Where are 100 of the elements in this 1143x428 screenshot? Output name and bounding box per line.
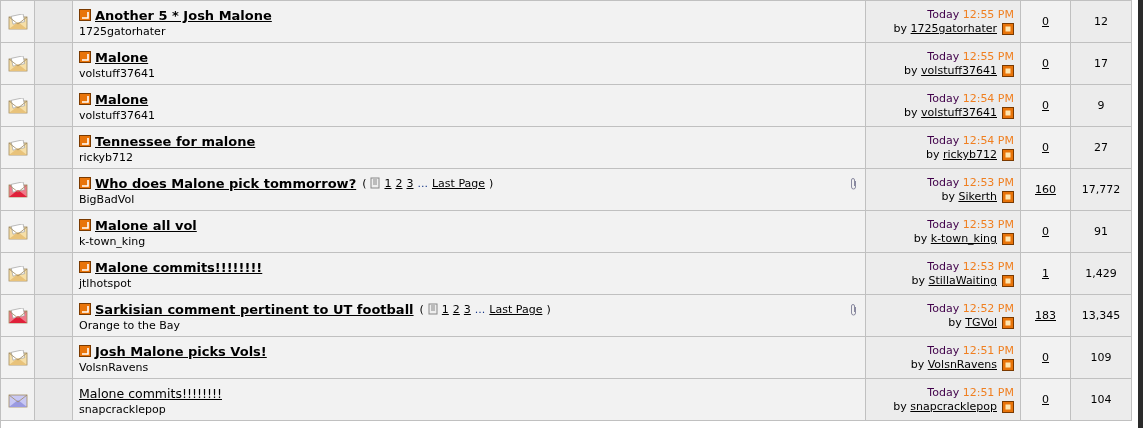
- last-poster-link[interactable]: 1725gatorhater: [910, 22, 997, 35]
- replies-link[interactable]: 0: [1042, 99, 1049, 112]
- go-to-last-post-icon[interactable]: [1002, 64, 1014, 77]
- by-label: by: [941, 190, 955, 203]
- thread-title-link[interactable]: Who does Malone pick tommorrow?: [95, 175, 357, 191]
- views-count: 12: [1094, 15, 1108, 28]
- by-label: by: [925, 148, 940, 161]
- thread-author: volstuff37641: [79, 67, 156, 80]
- page-link[interactable]: 1: [441, 302, 449, 316]
- views-count: 1,429: [1085, 267, 1117, 280]
- go-to-last-post-icon[interactable]: [1002, 148, 1014, 161]
- page-link[interactable]: 1: [384, 176, 392, 190]
- by-label: by: [910, 358, 925, 371]
- by-label: by: [893, 400, 907, 413]
- views-count: 104: [1090, 393, 1112, 406]
- last-page-link[interactable]: Last Page: [489, 302, 543, 316]
- thread-title-link[interactable]: Josh Malone picks Vols!: [95, 343, 267, 359]
- thread-author: rickyb712: [79, 151, 135, 164]
- new-post-icon[interactable]: [79, 261, 91, 273]
- thread-title-link[interactable]: Malone commits!!!!!!!!: [79, 385, 222, 401]
- new-post-icon[interactable]: [79, 51, 91, 63]
- views-count: 13,345: [1081, 309, 1121, 322]
- last-poster-link[interactable]: volstuff37641: [921, 106, 997, 119]
- thread-title-link[interactable]: Malone: [95, 49, 149, 65]
- post-date: Today: [927, 386, 960, 399]
- last-poster-link[interactable]: Sikerth: [958, 190, 997, 203]
- go-to-last-post-icon[interactable]: [1002, 400, 1014, 413]
- post-date: Today: [927, 176, 960, 189]
- replies-link[interactable]: 0: [1042, 225, 1049, 238]
- thread-author: Orange to the Bay: [79, 319, 182, 332]
- go-to-last-post-icon[interactable]: [1002, 22, 1014, 35]
- replies-link[interactable]: 0: [1042, 393, 1049, 406]
- last-poster-link[interactable]: k-town_king: [930, 232, 997, 245]
- thread-title-link[interactable]: Sarkisian comment pertinent to UT football: [95, 301, 414, 317]
- thread-author: 1725gatorhater: [79, 25, 167, 38]
- thread-title-link[interactable]: Malone: [95, 91, 149, 107]
- thread-author: volstuff37641: [79, 109, 156, 122]
- post-time: 12:54 PM: [962, 134, 1014, 147]
- post-date: Today: [927, 8, 960, 21]
- last-poster-link[interactable]: volstuff37641: [921, 64, 997, 77]
- replies-link[interactable]: 0: [1042, 15, 1049, 28]
- post-time: 12:53 PM: [962, 218, 1014, 231]
- last-poster-link[interactable]: VolsnRavens: [927, 358, 997, 371]
- last-poster-link[interactable]: rickyb712: [942, 148, 997, 161]
- post-date: Today: [927, 218, 960, 231]
- page-link[interactable]: 2: [395, 176, 403, 190]
- replies-link[interactable]: 0: [1042, 57, 1049, 70]
- post-date: Today: [927, 50, 960, 63]
- last-page-link[interactable]: Last Page: [432, 176, 486, 190]
- views-count: 91: [1094, 225, 1108, 238]
- paren-text: ): [489, 176, 494, 190]
- by-label: by: [893, 22, 908, 35]
- views-count: 17,772: [1081, 183, 1121, 196]
- post-time: 12:51 PM: [962, 386, 1014, 399]
- page-link[interactable]: 3: [463, 302, 471, 316]
- last-poster-link[interactable]: TGVol: [965, 316, 997, 329]
- views-count: 109: [1090, 351, 1112, 364]
- new-post-icon[interactable]: [79, 345, 91, 357]
- go-to-last-post-icon[interactable]: [1002, 232, 1014, 245]
- post-time: 12:52 PM: [962, 302, 1014, 315]
- page-link[interactable]: 2: [452, 302, 460, 316]
- replies-link[interactable]: 0: [1042, 351, 1049, 364]
- go-to-last-post-icon[interactable]: [1002, 274, 1014, 287]
- ellipsis-text: ...: [474, 302, 486, 316]
- by-label: by: [913, 232, 928, 245]
- new-post-icon[interactable]: [79, 177, 91, 189]
- thread-title-link[interactable]: Tennessee for malone: [95, 133, 256, 149]
- views-count: 9: [1097, 99, 1105, 112]
- go-to-last-post-icon[interactable]: [1002, 316, 1014, 329]
- replies-link[interactable]: 0: [1042, 141, 1049, 154]
- replies-link[interactable]: 1: [1042, 267, 1049, 280]
- by-label: by: [904, 64, 918, 77]
- thread-author: BigBadVol: [79, 193, 136, 206]
- by-label: by: [911, 274, 925, 287]
- new-post-icon[interactable]: [79, 219, 91, 231]
- new-post-icon[interactable]: [79, 9, 91, 21]
- new-post-icon[interactable]: [79, 135, 91, 147]
- post-date: Today: [927, 260, 960, 273]
- thread-title-link[interactable]: Malone commits!!!!!!!!: [95, 259, 263, 275]
- new-post-icon[interactable]: [79, 303, 91, 315]
- views-count: 27: [1094, 141, 1108, 154]
- post-time: 12:55 PM: [962, 50, 1014, 63]
- post-time: 12:55 PM: [962, 8, 1014, 21]
- by-label: by: [904, 106, 918, 119]
- thread-title-link[interactable]: Malone all vol: [95, 217, 197, 233]
- paren-text: (: [362, 176, 367, 190]
- replies-link[interactable]: 160: [1035, 183, 1056, 196]
- ellipsis-text: ...: [417, 176, 428, 190]
- post-time: 12:51 PM: [962, 344, 1014, 357]
- last-poster-link[interactable]: snapcracklepop: [910, 400, 997, 413]
- last-poster-link[interactable]: StillaWaiting: [928, 274, 997, 287]
- thread-title-link[interactable]: Another 5 * Josh Malone: [95, 7, 272, 23]
- go-to-last-post-icon[interactable]: [1002, 190, 1014, 203]
- page-link[interactable]: 3: [406, 176, 414, 190]
- go-to-last-post-icon[interactable]: [1002, 106, 1014, 119]
- replies-link[interactable]: 183: [1035, 309, 1056, 322]
- pages-icon: [427, 303, 438, 315]
- go-to-last-post-icon[interactable]: [1002, 358, 1014, 371]
- new-post-icon[interactable]: [79, 93, 91, 105]
- thread-author: VolsnRavens: [79, 361, 150, 374]
